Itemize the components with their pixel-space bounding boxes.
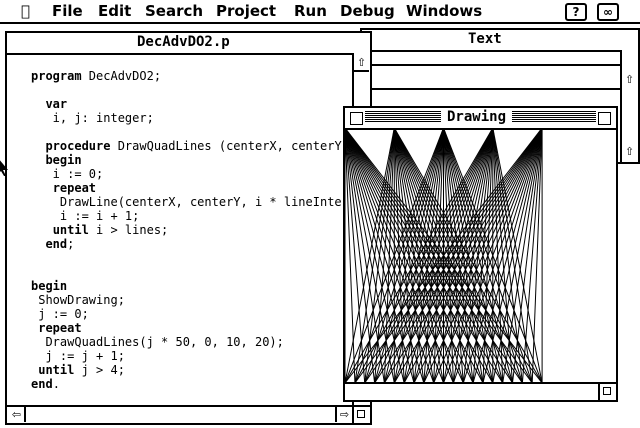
apple-menu-icon[interactable]:  bbox=[21, 2, 30, 20]
menu-windows[interactable]: Windows bbox=[406, 2, 482, 20]
observe-icon[interactable]: ∞ bbox=[597, 3, 619, 21]
code-text: i > lines; bbox=[88, 223, 169, 237]
mouse-pointer-icon bbox=[0, 158, 10, 176]
text-window-title: Text bbox=[462, 31, 508, 47]
code-keyword: repeat bbox=[38, 321, 82, 335]
code-keyword: end bbox=[31, 377, 53, 391]
help-icon[interactable]: ? bbox=[565, 3, 587, 21]
code-text: i, j: integer; bbox=[31, 111, 154, 125]
code-text: DecAdvDO2; bbox=[81, 69, 162, 83]
editor-title: DecAdvDO2.p bbox=[131, 34, 236, 50]
code-keyword: repeat bbox=[52, 181, 97, 195]
code-keyword: until bbox=[38, 363, 75, 377]
code-keyword: program bbox=[31, 69, 82, 83]
scroll-up-icon[interactable]: ⇧ bbox=[622, 144, 637, 159]
editor-horizontal-scrollbar[interactable]: ⇦ ⇨ bbox=[7, 405, 354, 423]
text-window-titlebar[interactable]: Text bbox=[362, 30, 638, 52]
scroll-up-icon[interactable]: ⇧ bbox=[354, 55, 369, 72]
scroll-left-icon[interactable]: ⇦ bbox=[9, 407, 26, 422]
drawn-line bbox=[452, 128, 543, 383]
code-text: ; bbox=[67, 237, 75, 251]
drawing-canvas bbox=[345, 128, 543, 383]
code-text: j := 0; bbox=[31, 307, 89, 321]
drawing-horizontal-scrollbar[interactable] bbox=[345, 382, 616, 400]
code-text: i := i + 1; bbox=[31, 209, 140, 223]
resize-box[interactable] bbox=[352, 405, 370, 423]
menu-debug[interactable]: Debug bbox=[340, 2, 395, 20]
drawn-line bbox=[354, 128, 543, 383]
zoom-box[interactable] bbox=[598, 112, 611, 125]
code-keyword: var bbox=[45, 97, 68, 111]
code-keyword: begin bbox=[31, 279, 68, 293]
scroll-right-icon[interactable]: ⇨ bbox=[335, 407, 352, 422]
text-window-scrollbar[interactable]: ⇧ ⇧ bbox=[620, 50, 638, 162]
code-keyword: end bbox=[45, 237, 68, 251]
drawing-window[interactable]: Drawing bbox=[343, 106, 618, 402]
code-text: ShowDrawing; bbox=[31, 293, 125, 307]
editor-titlebar[interactable]: DecAdvDO2.p bbox=[7, 33, 370, 55]
stacked-window-edge bbox=[362, 50, 638, 66]
code-text: j > 4; bbox=[74, 363, 125, 377]
code-keyword: begin bbox=[45, 153, 82, 167]
menu-project[interactable]: Project bbox=[216, 2, 276, 20]
menu-bar:  File Edit Search Project Run Debug Win… bbox=[0, 0, 640, 24]
code-text: . bbox=[52, 377, 60, 391]
close-box[interactable] bbox=[350, 112, 363, 125]
menu-search[interactable]: Search bbox=[145, 2, 203, 20]
code-text: DrawQuadLines(j * 50, 0, 10, 20); bbox=[31, 335, 284, 349]
resize-box[interactable] bbox=[598, 382, 616, 400]
code-keyword: until bbox=[52, 223, 89, 237]
scroll-up-icon[interactable]: ⇧ bbox=[622, 72, 637, 87]
drawn-line bbox=[354, 128, 494, 383]
code-text: i := 0; bbox=[31, 167, 104, 181]
code-keyword: procedure bbox=[45, 139, 111, 153]
menu-run[interactable]: Run bbox=[294, 2, 327, 20]
drawing-titlebar[interactable]: Drawing bbox=[345, 108, 616, 130]
code-text: j := j + 1; bbox=[31, 349, 125, 363]
drawing-title: Drawing bbox=[441, 109, 513, 125]
menu-edit[interactable]: Edit bbox=[98, 2, 131, 20]
editor-window[interactable]: DecAdvDO2.p program DecAdvDO2; var i, j:… bbox=[5, 31, 414, 425]
menu-file[interactable]: File bbox=[52, 2, 83, 20]
